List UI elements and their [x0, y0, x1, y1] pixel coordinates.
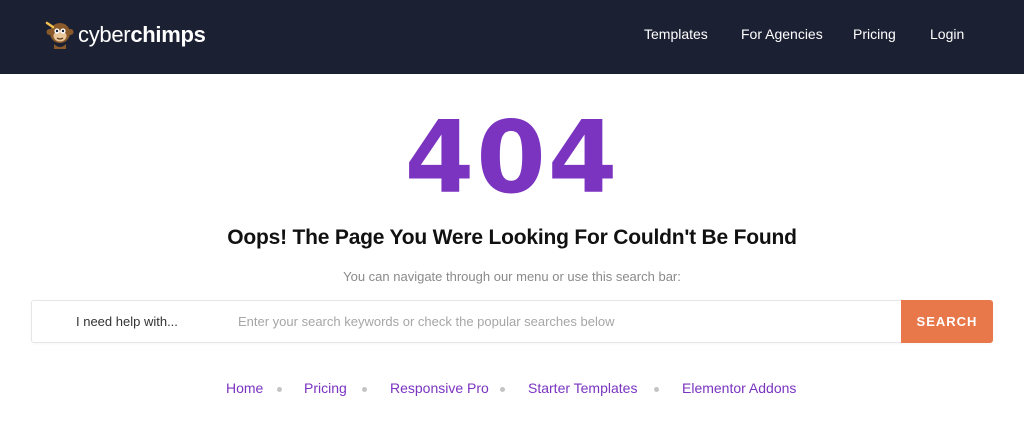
main-nav: Templates For Agencies Pricing Login: [0, 0, 1024, 74]
nav-templates[interactable]: Templates: [644, 26, 708, 42]
error-code: 404: [404, 99, 620, 216]
popular-link-starter-templates[interactable]: Starter Templates: [528, 380, 637, 396]
search-bar: I need help with... SEARCH: [31, 300, 993, 343]
popular-link-responsive-pro[interactable]: Responsive Pro: [390, 380, 489, 396]
error-subtext: You can navigate through our menu or use…: [343, 269, 681, 284]
error-headline: Oops! The Page You Were Looking For Coul…: [227, 226, 797, 249]
separator-dot: [277, 387, 282, 392]
separator-dot: [654, 387, 659, 392]
nav-login[interactable]: Login: [930, 26, 964, 42]
top-navbar: cyberchimps Templates For Agencies Prici…: [0, 0, 1024, 74]
popular-link-elementor-addons[interactable]: Elementor Addons: [682, 380, 796, 396]
popular-link-pricing[interactable]: Pricing: [304, 380, 347, 396]
popular-link-home[interactable]: Home: [226, 380, 263, 396]
separator-dot: [362, 387, 367, 392]
search-input[interactable]: [238, 302, 898, 341]
search-button[interactable]: SEARCH: [901, 300, 993, 343]
nav-for-agencies[interactable]: For Agencies: [741, 26, 823, 42]
separator-dot: [500, 387, 505, 392]
nav-pricing[interactable]: Pricing: [853, 26, 896, 42]
popular-searches: Home Pricing Responsive Pro Starter Temp…: [0, 378, 1024, 398]
search-label: I need help with...: [76, 314, 178, 329]
